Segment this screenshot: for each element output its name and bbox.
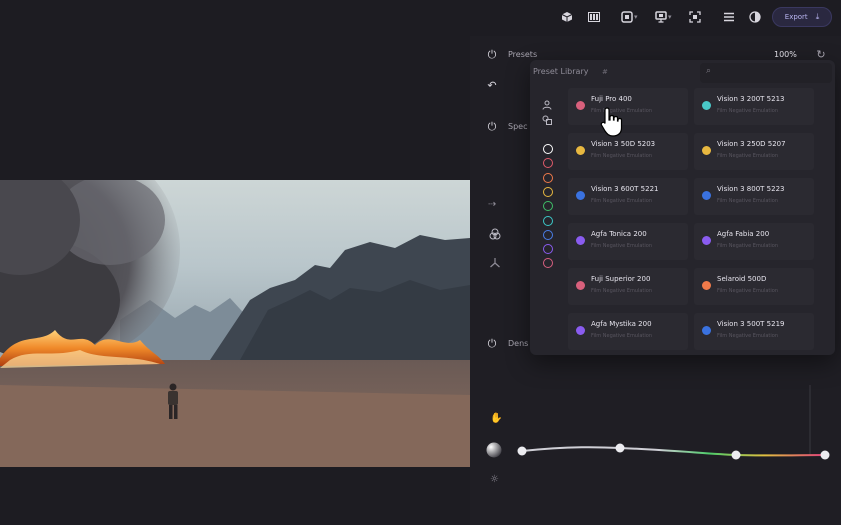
preset-card[interactable]: Fuji Superior 200 Film Negative Emulation <box>568 268 688 305</box>
preset-name: Fuji Superior 200 <box>591 275 651 283</box>
preset-name: Agfa Tonica 200 <box>591 230 647 238</box>
preset-color-dot <box>576 101 585 110</box>
preset-name: Agfa Mystika 200 <box>591 320 652 328</box>
preset-card[interactable]: Vision 3 500T 5219 Film Negative Emulatio… <box>694 313 814 350</box>
frame-icon[interactable]: ▾ <box>618 8 638 26</box>
preset-card[interactable]: Agfa Mystika 200 Film Negative Emulation <box>568 313 688 350</box>
tripod-icon[interactable] <box>489 257 501 272</box>
export-label: Export <box>784 13 808 21</box>
preset-subtitle: Film Negative Emulation <box>591 198 653 204</box>
preset-color-dot <box>576 281 585 290</box>
cube-icon[interactable] <box>558 8 576 26</box>
preset-color-dot <box>576 236 585 245</box>
download-icon: ⤓ <box>815 12 820 21</box>
preview-image <box>0 180 470 467</box>
chevron-down-icon: ▾ <box>668 13 672 21</box>
preset-card[interactable]: Vision 3 250D 5207 Film Negative Emulatio… <box>694 133 814 170</box>
preset-card[interactable]: Vision 3 600T 5221 Film Negative Emulatio… <box>568 178 688 215</box>
menu-icon[interactable] <box>720 8 738 26</box>
dens-power-icon[interactable]: ⏻ <box>486 338 498 350</box>
preset-subtitle: Film Negative Emulation <box>591 288 653 294</box>
color-filter-ring[interactable] <box>543 229 553 240</box>
preset-subtitle: Film Negative Emulation <box>717 108 779 114</box>
preset-color-dot <box>576 191 585 200</box>
color-filter-ring[interactable] <box>543 201 553 212</box>
color-filter-ring[interactable] <box>543 186 553 197</box>
preset-subtitle: Film Negative Emulation <box>591 153 653 159</box>
color-filter-ring[interactable] <box>543 144 553 154</box>
chevron-down-icon: ▾ <box>634 13 638 21</box>
hand-cursor-icon <box>600 107 623 137</box>
preset-name: Selaroid 500D <box>717 275 767 283</box>
preset-subtitle: Film Negative Emulation <box>591 333 653 339</box>
top-toolbar: ▾ ▾ Export ⤓ <box>0 0 841 36</box>
preset-color-dot <box>576 326 585 335</box>
preset-color-dot <box>702 326 711 335</box>
color-circles-icon[interactable] <box>489 228 501 243</box>
tone-curve[interactable] <box>470 380 841 480</box>
arrows-icon[interactable]: ⇢ <box>488 199 496 210</box>
color-filter-ring[interactable] <box>543 244 553 255</box>
spec-label: Spec <box>508 122 528 131</box>
preset-subtitle: Film Negative Emulation <box>717 243 779 249</box>
preset-library-popover: Preset Library # ⌕ Fuji Pro 400 Film Nega… <box>530 60 835 355</box>
preset-name: Vision 3 600T 5221 <box>591 185 659 193</box>
preset-color-dot <box>702 191 711 200</box>
color-filter-ring[interactable] <box>543 258 553 269</box>
preset-card[interactable]: Fuji Pro 400 Film Negative Emulation <box>568 88 688 125</box>
library-title: Preset Library <box>533 67 589 76</box>
zoom-level: 100% <box>774 50 797 59</box>
landscape-illustration <box>0 180 470 467</box>
preset-card[interactable]: Selaroid 500D Film Negative Emulation <box>694 268 814 305</box>
preset-card[interactable]: Vision 3 800T 5223 Film Negative Emulatio… <box>694 178 814 215</box>
presets-power-icon[interactable]: ⏻ <box>486 49 498 61</box>
preset-name: Agfa Fabia 200 <box>717 230 770 238</box>
curve-point[interactable] <box>517 446 527 456</box>
preset-name: Vision 3 250D 5207 <box>717 140 786 148</box>
preset-color-dot <box>702 146 711 155</box>
preset-subtitle: Film Negative Emulation <box>717 153 779 159</box>
curve-point[interactable] <box>820 450 830 460</box>
preset-color-dot <box>702 281 711 290</box>
preset-name: Vision 3 500T 5219 <box>717 320 785 328</box>
export-button[interactable]: Export ⤓ <box>772 7 832 27</box>
library-hash: # <box>602 68 608 76</box>
preset-card[interactable]: Agfa Tonica 200 Film Negative Emulation <box>568 223 688 260</box>
preset-card[interactable]: Vision 3 200T 5213 Film Negative Emulatio… <box>694 88 814 125</box>
color-filter-ring[interactable] <box>543 215 553 226</box>
preset-color-dot <box>702 236 711 245</box>
curve-point[interactable] <box>615 443 625 453</box>
preset-color-dot <box>702 101 711 110</box>
undo-icon[interactable]: ↶ <box>486 80 498 92</box>
dens-label: Dens <box>508 339 529 348</box>
columns-icon[interactable] <box>585 8 603 26</box>
preset-subtitle: Film Negative Emulation <box>717 198 779 204</box>
color-filter-ring[interactable] <box>543 158 553 169</box>
preset-name: Vision 3 200T 5213 <box>717 95 785 103</box>
fit-screen-icon[interactable] <box>686 8 704 26</box>
preset-color-dot <box>576 146 585 155</box>
spec-power-icon[interactable]: ⏻ <box>486 121 498 133</box>
monitor-icon[interactable]: ▾ <box>652 8 672 26</box>
preset-subtitle: Film Negative Emulation <box>591 243 653 249</box>
preset-card[interactable]: Vision 3 50D 5203 Film Negative Emulation <box>568 133 688 170</box>
preset-name: Vision 3 800T 5223 <box>717 185 785 193</box>
preset-subtitle: Film Negative Emulation <box>717 333 779 339</box>
preset-name: Fuji Pro 400 <box>591 95 632 103</box>
contrast-icon[interactable] <box>746 8 764 26</box>
presets-label: Presets <box>508 50 538 59</box>
preset-subtitle: Film Negative Emulation <box>717 288 779 294</box>
curve-point[interactable] <box>731 450 741 460</box>
search-icon: ⌕ <box>706 66 712 76</box>
shapes-icon[interactable] <box>542 110 552 129</box>
library-search-input[interactable]: ⌕ <box>700 63 832 83</box>
library-filter-column <box>530 90 562 355</box>
preset-name: Vision 3 50D 5203 <box>591 140 656 148</box>
preset-card[interactable]: Agfa Fabia 200 Film Negative Emulation <box>694 223 814 260</box>
color-filter-ring[interactable] <box>543 172 553 183</box>
